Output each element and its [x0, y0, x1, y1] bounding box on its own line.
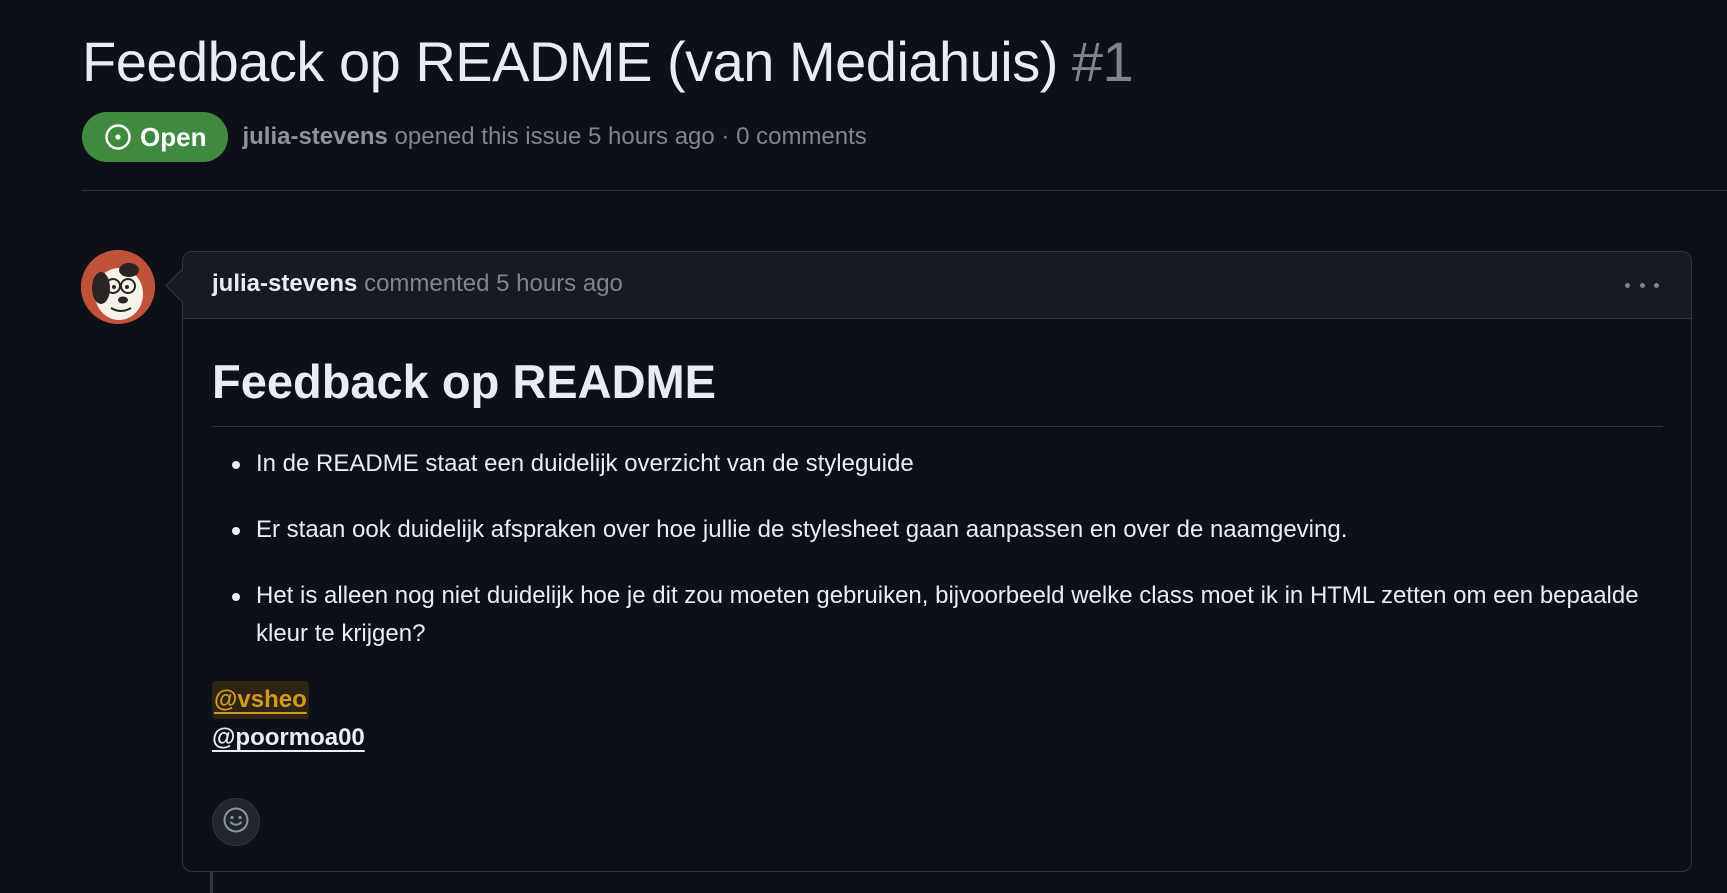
issue-meta-text: opened this issue 5 hours ago · 0 commen…: [387, 123, 867, 150]
comment-meta-text: commented 5 hours ago: [357, 270, 623, 297]
issue-author-link[interactable]: julia-stevens: [242, 123, 387, 150]
list-item: In de README staat een duidelijk overzic…: [212, 445, 1663, 483]
issue-opened-icon: [104, 123, 132, 151]
comment-author-link[interactable]: julia-stevens: [212, 270, 357, 297]
comment-meta: julia-stevens commented 5 hours ago: [212, 270, 623, 298]
mention-poormoa00[interactable]: @poormoa00: [212, 719, 365, 757]
timeline-line: [210, 872, 213, 893]
kebab-horizontal-icon[interactable]: [1625, 274, 1659, 296]
issue-meta: julia-stevens opened this issue 5 hours …: [242, 123, 866, 151]
add-reaction-button[interactable]: [212, 798, 260, 846]
smiley-icon: [222, 806, 250, 839]
comment-bullet-list: In de README staat een duidelijk overzic…: [212, 445, 1663, 653]
issue-title-text: Feedback op README (van Mediahuis): [82, 30, 1058, 93]
issue-meta-row: Open julia-stevens opened this issue 5 h…: [82, 111, 867, 163]
list-item: Het is alleen nog niet duidelijk hoe je …: [212, 577, 1663, 653]
status-badge: Open: [82, 112, 229, 162]
issue-number: #1: [1071, 30, 1134, 93]
mention-vsheo[interactable]: @vsheo: [212, 681, 309, 719]
comment-header: julia-stevens commented 5 hours ago: [183, 252, 1691, 319]
comment-body: Feedback op README In de README staat ee…: [212, 318, 1663, 757]
avatar[interactable]: [81, 250, 155, 324]
comment-box: julia-stevens commented 5 hours ago Feed…: [182, 251, 1692, 872]
status-badge-label: Open: [140, 121, 207, 152]
list-item: Er staan ook duidelijk afspraken over ho…: [212, 511, 1663, 549]
issue-page: Feedback op README (van Mediahuis) #1 Ope…: [0, 0, 1727, 893]
mentions: @vsheo @poormoa00: [212, 681, 1663, 757]
comment-heading: Feedback op README: [212, 318, 1663, 427]
header-divider: [82, 190, 1727, 191]
issue-title: Feedback op README (van Mediahuis) #1: [82, 26, 1134, 98]
